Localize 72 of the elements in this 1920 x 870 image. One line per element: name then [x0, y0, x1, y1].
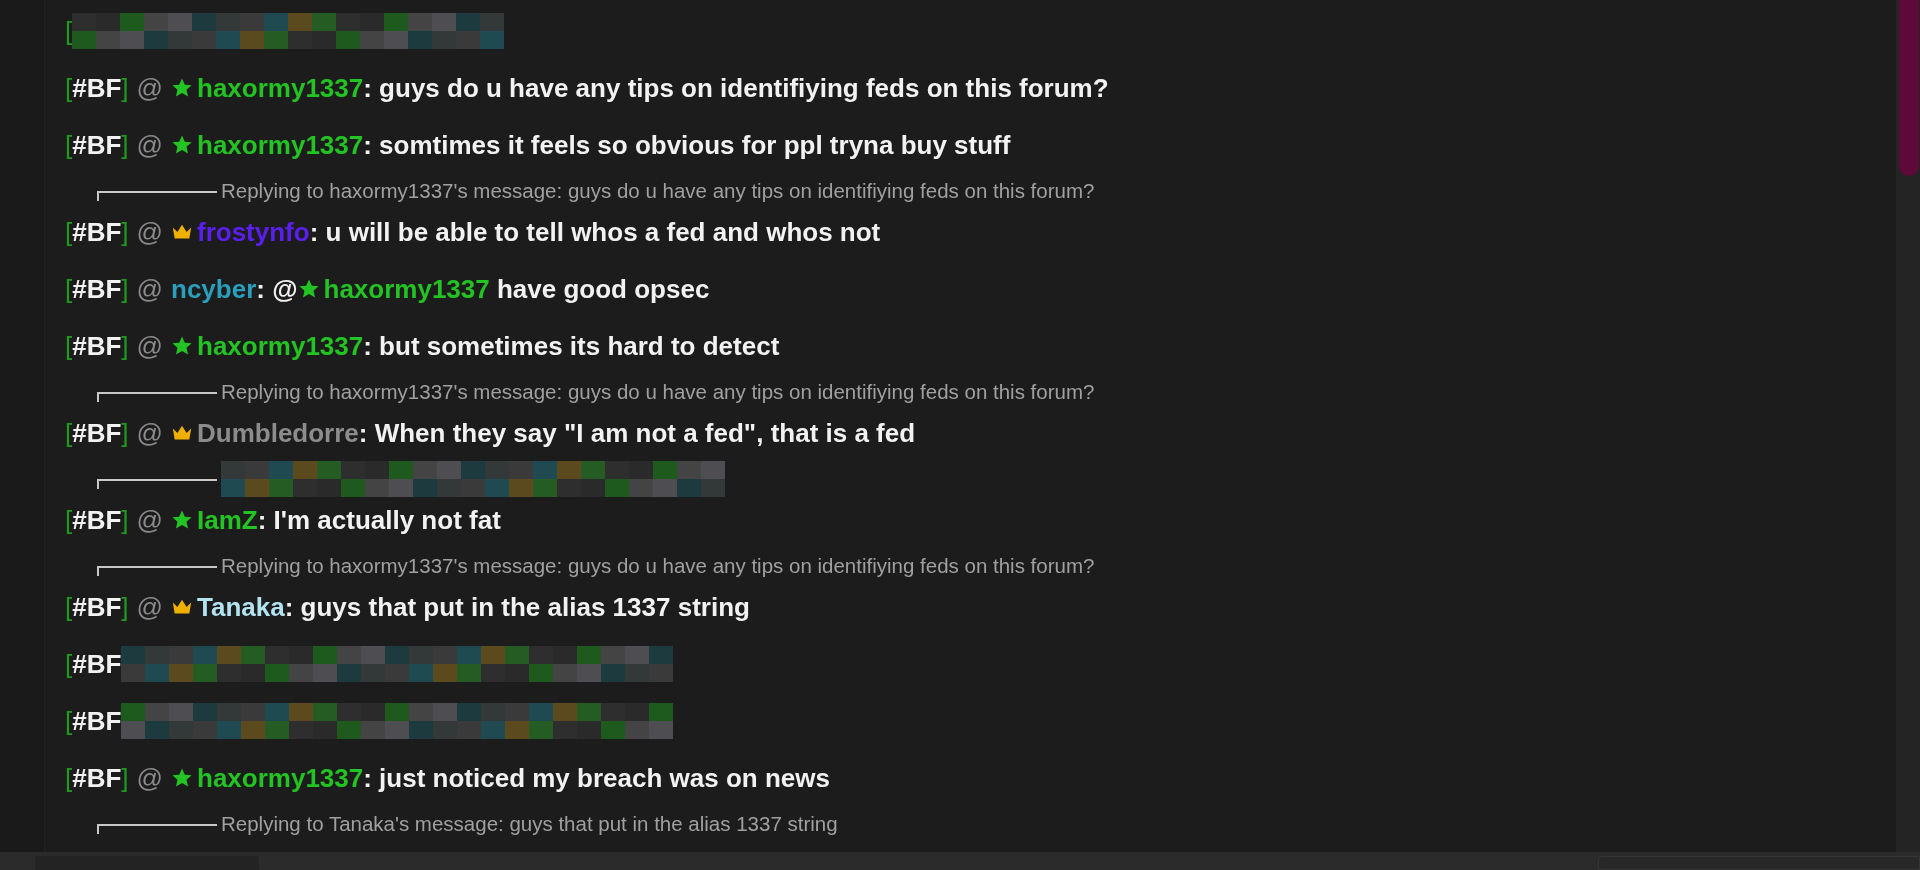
bracket: ]: [121, 216, 129, 248]
at-sign: @: [136, 504, 163, 536]
bracket: [: [65, 504, 73, 536]
bracket: ]: [121, 504, 129, 536]
username[interactable]: Dumbledorre: [197, 417, 359, 449]
clan-tag: #BF: [72, 129, 122, 161]
message-text: : guys do u have any tips on identifiying feds on this forum?: [363, 72, 1109, 104]
message-text: : u will be able to tell whos a fed and whos not: [309, 216, 881, 248]
bracket: [: [65, 705, 73, 737]
username[interactable]: ncyber: [171, 273, 257, 305]
username[interactable]: IamZ: [197, 504, 258, 536]
username[interactable]: haxormy1337: [197, 129, 364, 161]
at-sign: @: [136, 762, 163, 794]
username[interactable]: haxormy1337: [197, 72, 364, 104]
bracket: [: [65, 273, 73, 305]
bracket: [: [65, 762, 73, 794]
star-icon: [297, 278, 320, 300]
at-sign: @: [136, 591, 163, 623]
at-sign: @: [136, 216, 163, 248]
reply-text[interactable]: Replying to haxormy1337's message: guys do u have any tips on identifiying feds on this forum?: [221, 380, 1095, 404]
scrollbar-thumb[interactable]: [1899, 0, 1919, 176]
username[interactable]: haxormy1337: [323, 273, 490, 305]
message-text: : guys that put in the alias 1337 string: [284, 591, 750, 623]
star-icon: [171, 134, 193, 156]
reply-text[interactable]: Replying to haxormy1337's message: guys do u have any tips on identifiying feds on this forum?: [221, 554, 1095, 578]
clan-tag: #BF: [72, 330, 122, 362]
message-text: : but sometimes its hard to detect: [363, 330, 780, 362]
bracket: ]: [121, 417, 129, 449]
bracket: [: [65, 15, 73, 47]
clan-tag: #BF: [72, 72, 122, 104]
bracket: ]: [121, 273, 129, 305]
bracket: ]: [121, 72, 129, 104]
username[interactable]: haxormy1337: [197, 762, 364, 794]
clan-tag: #BF: [72, 705, 122, 737]
clan-tag: #BF: [72, 591, 122, 623]
message-text: have good opsec: [495, 273, 710, 305]
message-text: : somtimes it feels so obvious for ppl tryna buy stuff: [363, 129, 1011, 161]
clan-tag: #BF: [72, 648, 122, 680]
star-icon: [171, 77, 193, 99]
at-sign: @: [136, 129, 163, 161]
bracket: [: [65, 216, 73, 248]
clan-tag: #BF: [72, 504, 122, 536]
bracket: ]: [121, 591, 129, 623]
at-sign: @: [136, 273, 163, 305]
bracket: ]: [121, 330, 129, 362]
scrollbar[interactable]: [1896, 0, 1920, 852]
at-sign: @: [136, 330, 163, 362]
bracket: [: [65, 330, 73, 362]
bracket: [: [65, 129, 73, 161]
bracket: [: [65, 591, 73, 623]
bracket: [: [65, 72, 73, 104]
bracket: ]: [121, 129, 129, 161]
star-icon: [171, 509, 193, 531]
at-sign: @: [136, 72, 163, 104]
message-text: : I'm actually not fat: [257, 504, 501, 536]
username[interactable]: Tanaka: [197, 591, 285, 623]
reply-text[interactable]: Replying to haxormy1337's message: guys do u have any tips on identifiying feds on this forum?: [221, 179, 1095, 203]
bracket: [: [65, 648, 73, 680]
bracket: ]: [121, 762, 129, 794]
username[interactable]: haxormy1337: [197, 330, 364, 362]
clan-tag: #BF: [72, 216, 122, 248]
clan-tag: #BF: [72, 273, 122, 305]
message-text: : @: [256, 273, 298, 305]
at-sign: @: [136, 417, 163, 449]
reply-text[interactable]: Replying to Tanaka's message: guys that put in the alias 1337 string: [221, 812, 838, 836]
clan-tag: #BF: [72, 417, 122, 449]
clan-tag: #BF: [72, 762, 122, 794]
star-icon: [171, 767, 193, 789]
message-text: : When they say "I am not a fed", that is a fed: [358, 417, 916, 449]
star-icon: [171, 335, 193, 357]
message-text: : just noticed my breach was on news: [363, 762, 830, 794]
bracket: [: [65, 417, 73, 449]
